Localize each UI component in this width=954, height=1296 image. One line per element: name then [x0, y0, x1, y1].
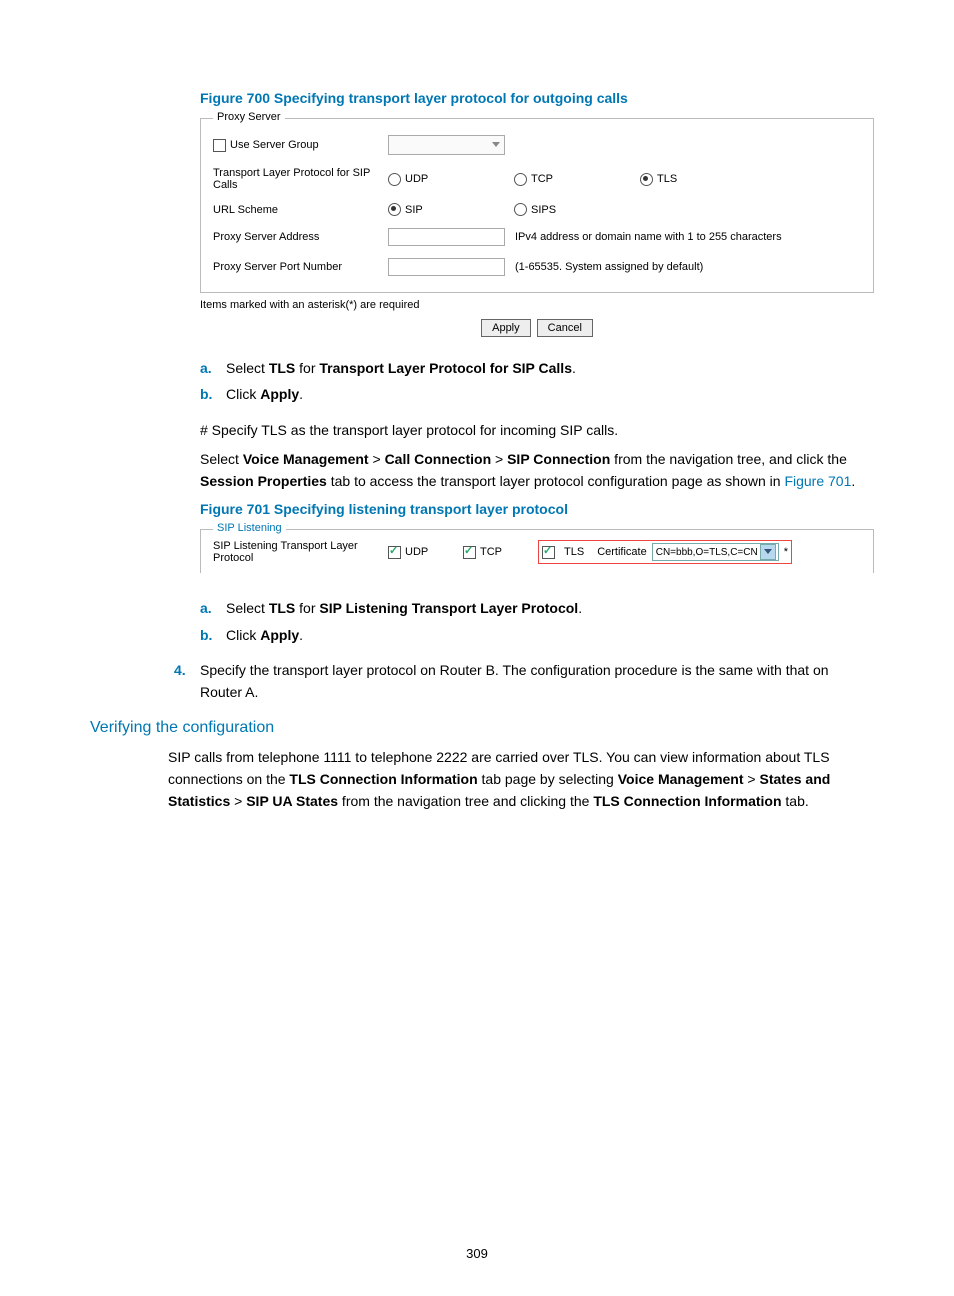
step-b-text: Click Apply.: [226, 383, 874, 405]
proxy-server-legend: Proxy Server: [213, 111, 285, 123]
proxy-server-fieldset: Proxy Server Use Server Group Transport …: [200, 118, 874, 293]
url-sip-label: SIP: [405, 204, 423, 216]
proxy-port-hint: (1-65535. System assigned by default): [515, 261, 703, 273]
listen-tls-label: TLS: [564, 546, 584, 558]
step-a-text: Select TLS for Transport Layer Protocol …: [226, 357, 874, 379]
proxy-port-label: Proxy Server Port Number: [213, 261, 388, 273]
url-sip-radio[interactable]: [388, 203, 401, 216]
url-scheme-label: URL Scheme: [213, 204, 388, 216]
verifying-heading: Verifying the configuration: [90, 719, 874, 737]
use-server-group-checkbox[interactable]: [213, 139, 226, 152]
certificate-label: Certificate: [597, 546, 647, 558]
required-asterisk: *: [784, 546, 788, 558]
listen-tls-checkbox[interactable]: [542, 546, 555, 559]
transport-tls-radio[interactable]: [640, 173, 653, 186]
step2-a-marker: a.: [200, 597, 226, 619]
step-b-marker: b.: [200, 383, 226, 405]
listen-tcp-label: TCP: [480, 546, 502, 558]
step2-a-text: Select TLS for SIP Listening Transport L…: [226, 597, 874, 619]
sip-listening-protocol-label: SIP Listening Transport Layer Protocol: [213, 540, 388, 565]
server-group-select[interactable]: [388, 135, 505, 155]
url-sips-label: SIPS: [531, 204, 556, 216]
cancel-button[interactable]: Cancel: [537, 319, 593, 337]
step-4-marker: 4.: [174, 660, 200, 703]
verifying-paragraph: SIP calls from telephone 1111 to telepho…: [168, 747, 874, 812]
transport-udp-radio[interactable]: [388, 173, 401, 186]
certificate-value: CN=bbb,O=TLS,C=CN: [656, 547, 758, 558]
figure-700-title: Figure 700 Specifying transport layer pr…: [200, 90, 874, 106]
transport-tcp-radio[interactable]: [514, 173, 527, 186]
chevron-down-icon: [760, 544, 776, 560]
listen-udp-label: UDP: [405, 546, 428, 558]
url-sips-radio[interactable]: [514, 203, 527, 216]
listen-udp-checkbox[interactable]: [388, 546, 401, 559]
certificate-select[interactable]: CN=bbb,O=TLS,C=CN: [652, 543, 779, 561]
step2-b-text: Click Apply.: [226, 624, 874, 646]
sip-listening-fieldset: SIP Listening SIP Listening Transport La…: [200, 529, 874, 573]
step-a-marker: a.: [200, 357, 226, 379]
use-server-group-label: Use Server Group: [230, 139, 319, 151]
transport-tcp-label: TCP: [531, 173, 553, 185]
specify-tls-incoming: # Specify TLS as the transport layer pro…: [200, 420, 874, 442]
nav-instruction: Select Voice Management > Call Connectio…: [200, 449, 874, 492]
transport-tls-label: TLS: [657, 173, 677, 185]
page-number: 309: [0, 1246, 954, 1261]
figure-701-link[interactable]: Figure 701: [784, 473, 851, 489]
proxy-address-hint: IPv4 address or domain name with 1 to 25…: [515, 231, 782, 243]
transport-udp-label: UDP: [405, 173, 428, 185]
sip-listening-legend: SIP Listening: [213, 522, 286, 534]
step-4-text: Specify the transport layer protocol on …: [200, 660, 874, 703]
proxy-address-input[interactable]: [388, 228, 505, 246]
proxy-address-label: Proxy Server Address: [213, 231, 388, 243]
figure-701-title: Figure 701 Specifying listening transpor…: [200, 501, 874, 517]
proxy-port-input[interactable]: [388, 258, 505, 276]
listen-tcp-checkbox[interactable]: [463, 546, 476, 559]
tls-certificate-group: TLS Certificate CN=bbb,O=TLS,C=CN *: [538, 540, 792, 564]
apply-button[interactable]: Apply: [481, 319, 531, 337]
transport-protocol-label: Transport Layer Protocol for SIP Calls: [213, 167, 388, 191]
step2-b-marker: b.: [200, 624, 226, 646]
required-note: Items marked with an asterisk(*) are req…: [200, 299, 874, 311]
